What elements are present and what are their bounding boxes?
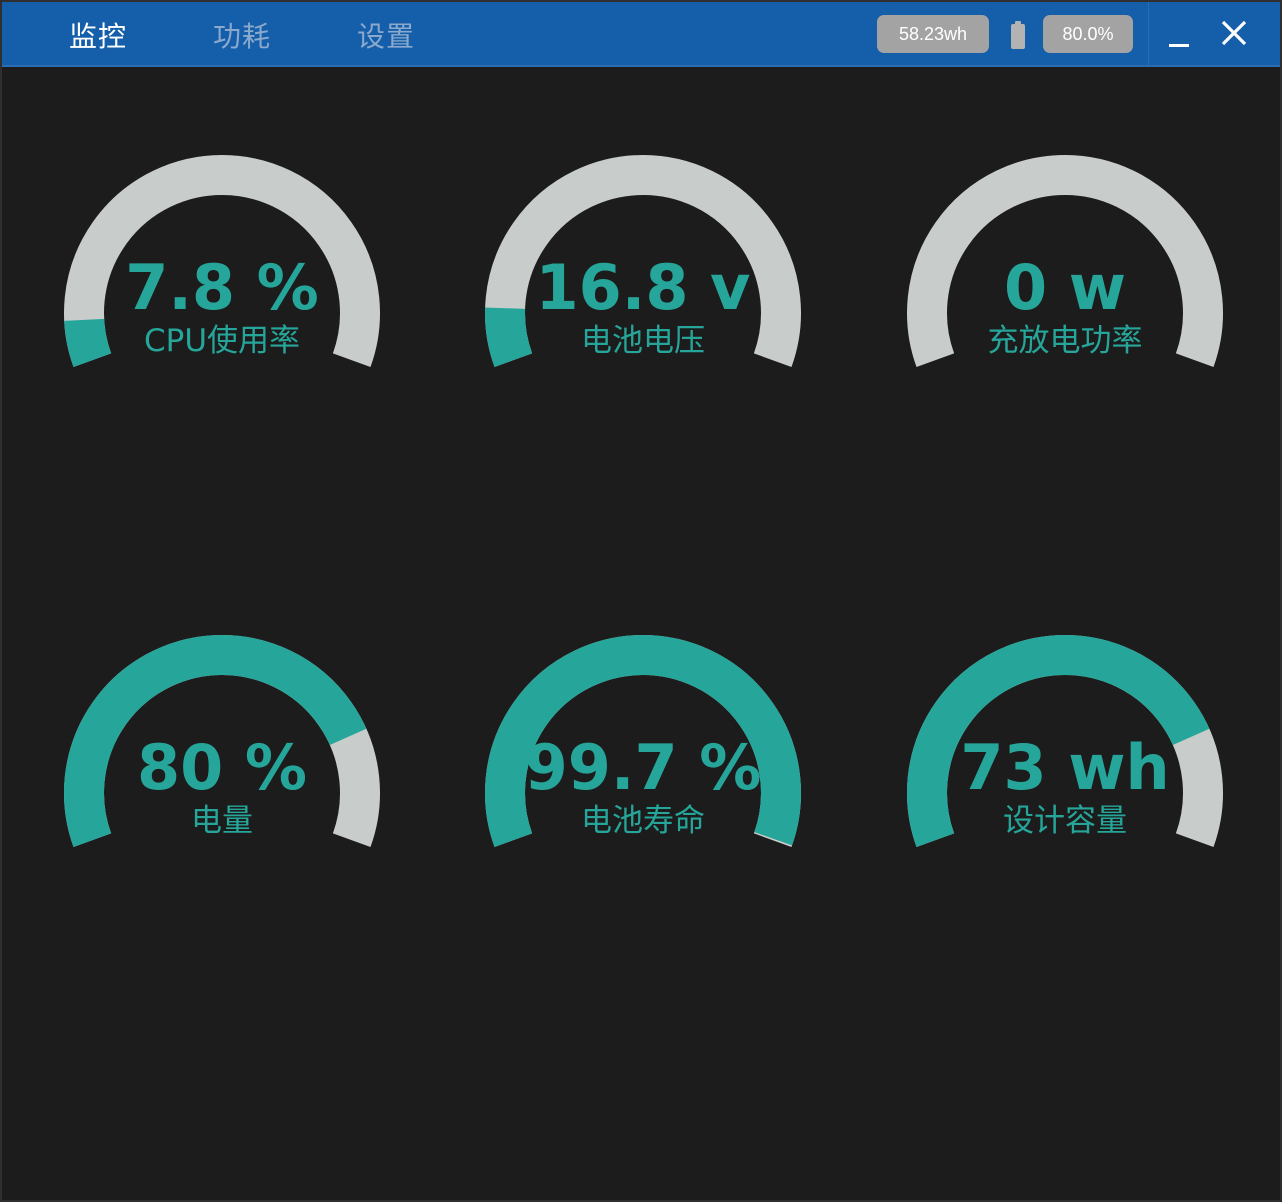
titlebar-divider <box>1148 2 1149 65</box>
gauge-charge-power: 0 w 充放电功率 <box>905 155 1225 395</box>
gauge-label: 电池电压 <box>581 323 705 359</box>
gauge-battery-health: 99.7 % 电池寿命 <box>483 635 803 875</box>
close-button[interactable] <box>1204 2 1264 65</box>
gauge-battery-voltage: 16.8 v 电池电压 <box>483 155 803 395</box>
gauge-battery-level: 80 % 电量 <box>62 635 382 875</box>
gauge-label: 电量 <box>191 803 253 839</box>
tab-monitor[interactable]: 监控 <box>69 2 127 65</box>
gauge-design-capacity: 73 wh 设计容量 <box>905 635 1225 875</box>
close-icon <box>1221 20 1247 46</box>
battery-percent-badge: 80.0% <box>1043 15 1133 53</box>
tab-settings[interactable]: 设置 <box>357 2 415 65</box>
gauge-label: 设计容量 <box>1003 803 1127 839</box>
gauge-value: 0 w <box>1003 251 1126 324</box>
gauge-value: 73 wh <box>960 731 1170 804</box>
gauge-label: 电池寿命 <box>581 803 705 839</box>
gauge-value: 80 % <box>137 731 307 804</box>
gauge-label: 充放电功率 <box>987 323 1143 359</box>
battery-icon <box>1011 21 1025 49</box>
title-bar: 监控 功耗 设置 58.23wh 80.0% <box>2 2 1280 67</box>
gauge-cpu-usage: 7.8 % CPU使用率 <box>62 155 382 395</box>
tab-power-consumption[interactable]: 功耗 <box>213 2 271 65</box>
gauge-value: 7.8 % <box>125 251 319 324</box>
gauge-value: 16.8 v <box>535 251 751 324</box>
minimize-icon <box>1169 44 1189 47</box>
minimize-button[interactable] <box>1152 2 1212 65</box>
energy-badge: 58.23wh <box>877 15 989 53</box>
gauge-label: CPU使用率 <box>143 323 301 359</box>
app-window: 监控 功耗 设置 58.23wh 80.0% 7.8 % CPU使用率 16.8… <box>0 0 1282 1202</box>
gauge-value: 99.7 % <box>524 731 762 804</box>
